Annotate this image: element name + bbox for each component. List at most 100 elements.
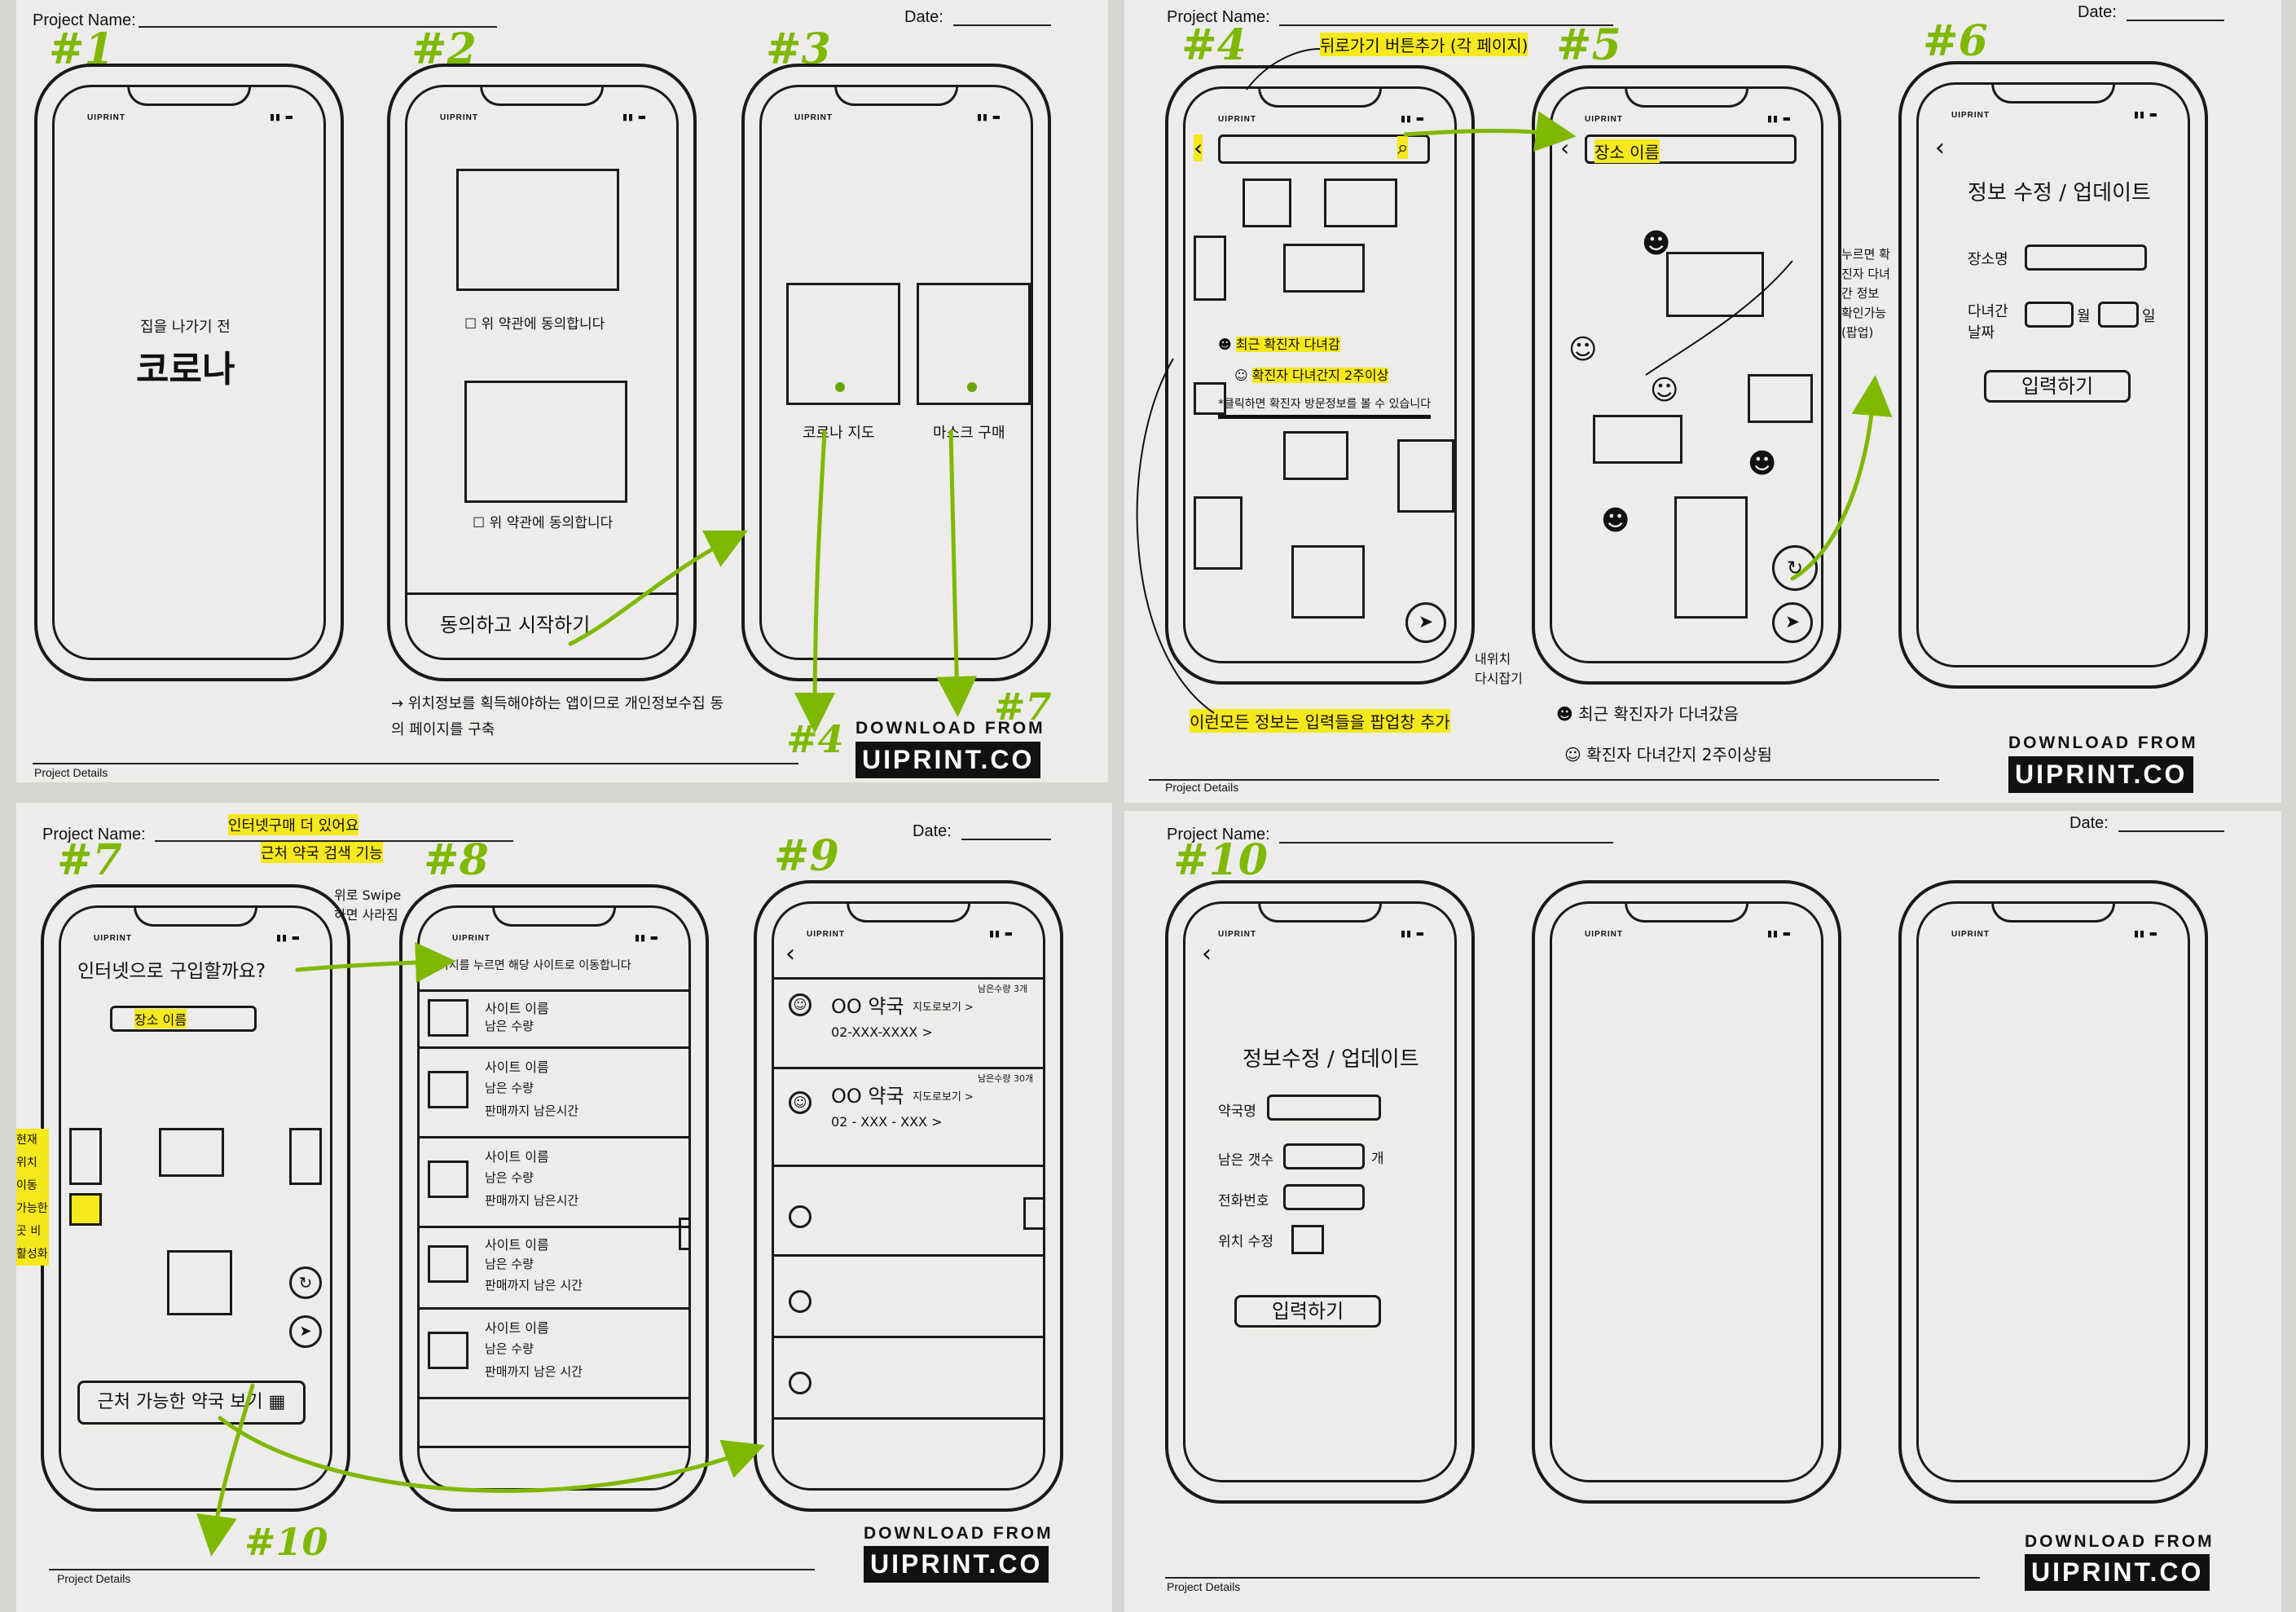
status-bar-icons: ▮▮ ▬ bbox=[622, 112, 647, 122]
pharmacy-phone[interactable]: 02-XXX-XXXX > bbox=[831, 1024, 933, 1040]
phone-5: UIPRINT ▮▮ ▬ ‹ 장소 이름 ☻ ☺ ☺ ☻ ☻ ↻ ➤ bbox=[1532, 65, 1841, 685]
back-button[interactable]: ‹ bbox=[1935, 134, 1945, 162]
scroll-top-button[interactable] bbox=[1023, 1197, 1043, 1230]
phone-10: UIPRINT ▮▮ ▬ ‹ 정보수정 / 업데이트 약국명 남은 갯수 개 전… bbox=[1165, 880, 1475, 1504]
pharmacy-map-link[interactable]: 지도로보기 > bbox=[913, 1088, 974, 1103]
legend-recent-bottom: ☻ 최근 확진자가 다녀갔음 bbox=[1556, 701, 1739, 725]
mask-marker[interactable]: ☺ bbox=[1568, 333, 1597, 366]
uiprint-badge: UIPRINT.CO bbox=[2025, 1554, 2210, 1591]
screen-number-7: #7 bbox=[57, 835, 122, 885]
phone-9: UIPRINT ▮▮ ▬ ‹ ☺ OO 약국 지도로보기 > 02-XXX-XX… bbox=[754, 880, 1063, 1512]
status-bar-icons: ▮▮ ▬ bbox=[2134, 109, 2158, 120]
refresh-button[interactable]: ↻ bbox=[1772, 545, 1818, 591]
pharmacy-list-item[interactable]: ☺ OO 약국 지도로보기 > 02 - XXX - XXX > 남은수량 30… bbox=[774, 1067, 1043, 1165]
location-edit-label: 위치 수정 bbox=[1218, 1234, 1273, 1250]
recenter-button[interactable]: ➤ bbox=[1405, 602, 1446, 643]
phone-brand-label: UIPRINT bbox=[1585, 930, 1623, 939]
legend-2weeks-bottom: ☺ 확진자 다녀간지 2주이상됨 bbox=[1564, 742, 1772, 765]
pharmacy-name: OO 약국 bbox=[831, 1085, 904, 1108]
ghost-marker[interactable]: ☻ bbox=[1642, 227, 1670, 260]
visit-date-label: 다녀간 날짜 bbox=[1968, 303, 2008, 341]
terms-box-2 bbox=[464, 381, 627, 503]
pharmacy-phone[interactable]: 02 - XXX - XXX > bbox=[831, 1114, 943, 1130]
placeholder-icon bbox=[789, 1290, 812, 1313]
screen-number-10: #10 bbox=[1173, 835, 1268, 885]
site-name: 사이트 이름 bbox=[485, 1059, 549, 1075]
site-stock: 남은 수량 bbox=[485, 1341, 534, 1356]
date-label: Date: bbox=[904, 8, 943, 26]
marker-popup-note: 누르면 확진자 다녀간 정보 확인가능 (팝업) bbox=[1841, 247, 1890, 340]
location-button[interactable] bbox=[1194, 382, 1226, 415]
mask-icon: ☺ bbox=[789, 993, 812, 1016]
screen-5: UIPRINT ▮▮ ▬ ‹ 장소 이름 ☻ ☺ ☺ ☻ ☻ ↻ ➤ bbox=[1550, 86, 1823, 663]
mask-marker[interactable]: ☺ bbox=[1650, 374, 1678, 407]
checkbox-2-label: 위 약관에 동의합니다 bbox=[489, 515, 614, 531]
pharmacy-map-link[interactable]: 지도로보기 > bbox=[913, 998, 974, 1014]
place-name-field[interactable] bbox=[2025, 244, 2147, 271]
site-image[interactable] bbox=[428, 1332, 468, 1369]
site-image[interactable] bbox=[428, 1161, 468, 1198]
scroll-top-button[interactable] bbox=[679, 1218, 688, 1250]
date-label: Date: bbox=[2069, 814, 2109, 832]
screen-1: UIPRINT ▮▮ ▬ 집을 나가기 전 코로나 bbox=[52, 85, 326, 660]
submit-button[interactable]: 입력하기 bbox=[1234, 1295, 1381, 1328]
ghost-marker[interactable]: ☻ bbox=[1748, 447, 1776, 480]
site-list-item[interactable]: 사이트 이름 남은 수량 bbox=[420, 989, 688, 1046]
phone-number-field[interactable] bbox=[1283, 1184, 1365, 1210]
pharmacy-name-field[interactable] bbox=[1267, 1094, 1381, 1121]
pharmacy-list-item[interactable]: ☺ OO 약국 지도로보기 > 02-XXX-XXXX > 남은수량 3개 bbox=[774, 977, 1043, 1067]
phone-brand-label: UIPRINT bbox=[1218, 115, 1256, 124]
site-name: 사이트 이름 bbox=[485, 1320, 549, 1336]
phone-brand-label: UIPRINT bbox=[1951, 111, 1990, 120]
back-button[interactable]: ‹ bbox=[1560, 134, 1569, 161]
phone-6: UIPRINT ▮▮ ▬ ‹ 정보 수정 / 업데이트 장소명 다녀간 날짜 월… bbox=[1898, 61, 2208, 689]
checkbox-2[interactable]: ☐ 위 약관에 동의합니다 bbox=[473, 511, 613, 531]
screen-7: UIPRINT ▮▮ ▬ 인터넷으로 구입할까요? 장소 이름 ↻ ➤ 근처 가… bbox=[59, 905, 332, 1491]
status-bar-icons: ▮▮ ▬ bbox=[1767, 113, 1792, 124]
day-unit: 일 bbox=[2142, 308, 2156, 325]
submit-button[interactable]: 입력하기 bbox=[1984, 370, 2131, 403]
back-button[interactable]: ‹ bbox=[785, 940, 795, 968]
site-image[interactable] bbox=[428, 999, 468, 1037]
status-bar-icons: ▮▮ ▬ bbox=[270, 112, 294, 122]
back-button-annotation: 뒤로가기 버튼추가 (각 페이지) bbox=[1320, 33, 1528, 56]
checkbox-square: ☐ bbox=[464, 316, 482, 333]
mask-icon: ☺ bbox=[1564, 745, 1587, 764]
checkbox-1[interactable]: ☐ 위 약관에 동의합니다 bbox=[464, 312, 605, 333]
site-image[interactable] bbox=[428, 1245, 468, 1283]
search-icon[interactable]: ⌕ bbox=[1397, 136, 1409, 159]
online-question[interactable]: 인터넷으로 구입할까요? bbox=[77, 955, 266, 983]
site-list-item[interactable]: 사이트 이름 남은 수량 판매까지 남은 시간 bbox=[420, 1226, 688, 1307]
pharmacy-stock: 남은수량 3개 bbox=[978, 984, 1028, 994]
location-edit-icon[interactable] bbox=[1291, 1225, 1324, 1254]
nearby-pharmacy-button[interactable]: 근처 가능한 약국 보기 ▦ bbox=[77, 1381, 306, 1425]
remaining-count-select[interactable] bbox=[1283, 1143, 1365, 1169]
recenter-button[interactable]: ➤ bbox=[1772, 602, 1813, 643]
site-stock: 남은 수량 bbox=[485, 1170, 534, 1185]
project-details-label: Project Details bbox=[1167, 1580, 1241, 1593]
ghost-marker[interactable]: ☻ bbox=[1601, 504, 1630, 537]
status-bar-icons: ▮▮ ▬ bbox=[1767, 928, 1792, 939]
site-list-item[interactable]: 사이트 이름 남은 수량 판매까지 남은시간 bbox=[420, 1046, 688, 1136]
legend-click-hint: *클릭하면 확진자 방문정보를 볼 수 있습니다 bbox=[1218, 395, 1432, 419]
sheet-4: Project Name: Date: #10 UIPRINT ▮▮ ▬ ‹ 정… bbox=[1124, 811, 2281, 1612]
back-button[interactable]: ‹ bbox=[1194, 134, 1203, 161]
uiprint-badge: UIPRINT.CO bbox=[856, 742, 1041, 778]
screen-number-5: #5 bbox=[1556, 20, 1621, 70]
pharmacy-name: OO 약국 bbox=[831, 995, 904, 1018]
form-title: 정보 수정 / 업데이트 bbox=[1968, 181, 2151, 205]
back-button[interactable]: ‹ bbox=[1202, 940, 1212, 968]
day-field[interactable] bbox=[2098, 302, 2139, 328]
site-list-item[interactable]: 사이트 이름 남은 수량 판매까지 남은시간 bbox=[420, 1136, 688, 1226]
recenter-button[interactable]: ➤ bbox=[289, 1315, 322, 1348]
site-list-item[interactable]: 사이트 이름 남은 수량 판매까지 남은 시간 bbox=[420, 1307, 688, 1397]
checkbox-square: ☐ bbox=[473, 515, 490, 531]
refresh-button[interactable]: ↻ bbox=[289, 1266, 322, 1299]
project-details-label: Project Details bbox=[57, 1572, 131, 1585]
site-image[interactable] bbox=[428, 1071, 468, 1108]
screen-number-10-arrow-label: #10 bbox=[244, 1520, 328, 1564]
agree-start-button[interactable]: 동의하고 시작하기 bbox=[440, 609, 590, 637]
month-field[interactable] bbox=[2025, 302, 2074, 328]
search-text: 장소 이름 bbox=[1594, 139, 1660, 163]
location-button[interactable] bbox=[69, 1193, 102, 1226]
